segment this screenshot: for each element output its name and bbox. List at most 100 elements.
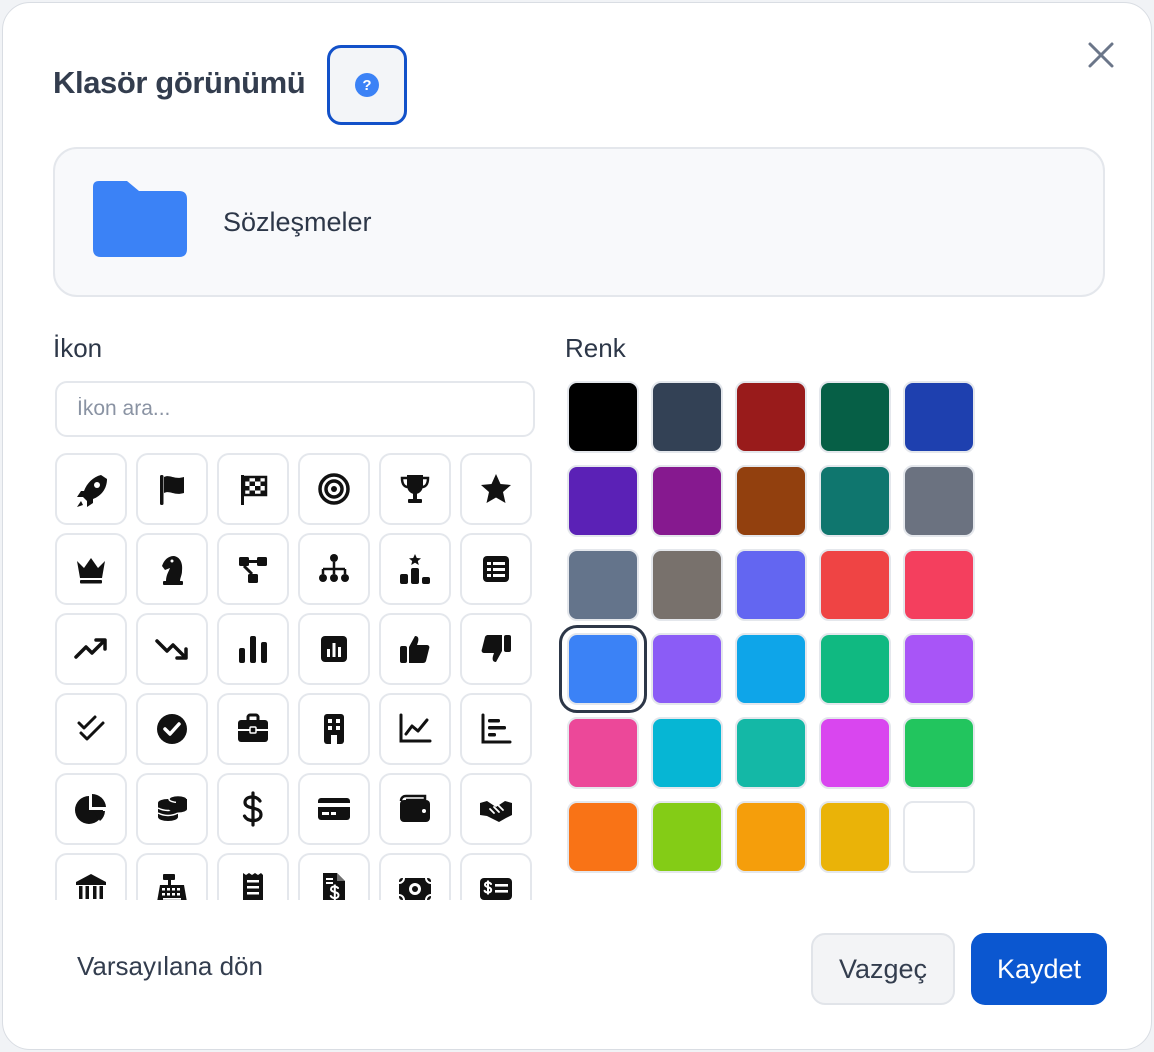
icon-option-bar-chart[interactable] — [217, 613, 289, 685]
color-section-label: Renk — [565, 333, 626, 363]
icon-option-star[interactable] — [460, 453, 532, 525]
icon-option-trending-down[interactable] — [136, 613, 208, 685]
icon-option-thumbs-up[interactable] — [379, 613, 451, 685]
close-button[interactable] — [1081, 35, 1121, 75]
folder-icon — [93, 181, 187, 257]
dialog-title: Klasör görünümü — [53, 65, 306, 100]
color-swatch[interactable] — [651, 549, 723, 621]
icon-option-wallet[interactable] — [379, 773, 451, 845]
color-swatch[interactable] — [819, 717, 891, 789]
cash-register-icon — [157, 874, 187, 900]
color-swatch[interactable] — [735, 549, 807, 621]
ranking-icon — [400, 554, 430, 584]
icon-grid — [55, 453, 537, 900]
color-grid — [559, 381, 975, 873]
color-swatch[interactable] — [651, 717, 723, 789]
icon-option-check-circle[interactable] — [136, 693, 208, 765]
thumbs-up-icon — [400, 636, 430, 663]
color-swatch[interactable] — [819, 633, 891, 705]
icon-option-crown[interactable] — [55, 533, 127, 605]
color-swatch[interactable] — [903, 801, 975, 873]
color-swatch[interactable] — [819, 465, 891, 537]
icon-option-briefcase[interactable] — [217, 693, 289, 765]
icon-option-trophy[interactable] — [379, 453, 451, 525]
table-icon — [483, 556, 509, 582]
bar-chart-horizontal-icon — [481, 713, 512, 744]
icon-option-trending-up[interactable] — [55, 613, 127, 685]
icon-option-money-bill[interactable] — [379, 853, 451, 900]
dollar-icon — [242, 791, 263, 827]
help-icon: ? — [355, 73, 379, 97]
color-swatch[interactable] — [651, 465, 723, 537]
icon-option-flag[interactable] — [136, 453, 208, 525]
money-bill-icon — [398, 877, 432, 900]
color-swatch[interactable] — [651, 801, 723, 873]
color-swatch[interactable] — [735, 381, 807, 453]
org-chart-icon — [319, 554, 349, 582]
reset-default-link[interactable]: Varsayılana dön — [77, 951, 263, 982]
icon-option-money-check[interactable] — [460, 853, 532, 900]
color-swatch[interactable] — [819, 381, 891, 453]
icon-option-handshake[interactable] — [460, 773, 532, 845]
color-swatch[interactable] — [567, 549, 639, 621]
color-swatch[interactable] — [903, 717, 975, 789]
color-swatch[interactable] — [567, 465, 639, 537]
color-swatch[interactable] — [903, 465, 975, 537]
icon-option-ranking[interactable] — [379, 533, 451, 605]
icon-section-label: İkon — [53, 333, 103, 363]
icon-option-building[interactable] — [298, 693, 370, 765]
color-swatch[interactable] — [735, 801, 807, 873]
color-swatch[interactable] — [567, 801, 639, 873]
help-button[interactable]: ? — [327, 45, 407, 125]
color-swatch[interactable] — [651, 633, 723, 705]
color-swatch[interactable] — [903, 549, 975, 621]
check-circle-icon — [157, 714, 187, 744]
icon-option-receipt[interactable] — [217, 853, 289, 900]
icon-option-table[interactable] — [460, 533, 532, 605]
color-swatch[interactable] — [567, 717, 639, 789]
bank-icon — [76, 874, 106, 899]
color-swatch[interactable] — [559, 625, 647, 713]
star-icon — [481, 474, 511, 503]
crown-icon — [77, 558, 105, 584]
icon-option-cash-register[interactable] — [136, 853, 208, 900]
icon-option-invoice-dollar[interactable] — [298, 853, 370, 900]
icon-option-checkered-flag[interactable] — [217, 453, 289, 525]
color-swatch[interactable] — [903, 633, 975, 705]
color-swatch[interactable] — [819, 801, 891, 873]
icon-option-pie-chart[interactable] — [55, 773, 127, 845]
money-check-icon — [480, 878, 512, 900]
icon-option-chess-knight[interactable] — [136, 533, 208, 605]
icon-option-coins[interactable] — [136, 773, 208, 845]
icon-search-input[interactable] — [55, 381, 535, 437]
icon-option-dollar[interactable] — [217, 773, 289, 845]
save-button[interactable]: Kaydet — [971, 933, 1107, 1005]
line-chart-icon — [399, 713, 432, 743]
color-swatch[interactable] — [819, 549, 891, 621]
color-swatch[interactable] — [651, 381, 723, 453]
color-swatch[interactable] — [735, 465, 807, 537]
color-swatch[interactable] — [567, 381, 639, 453]
color-swatch[interactable] — [735, 633, 807, 705]
icon-option-rocket[interactable] — [55, 453, 127, 525]
icon-option-bank[interactable] — [55, 853, 127, 900]
icon-grid-scroll[interactable] — [55, 453, 537, 900]
icon-option-thumbs-down[interactable] — [460, 613, 532, 685]
handshake-icon — [480, 801, 512, 822]
icon-option-workflow[interactable] — [217, 533, 289, 605]
icon-option-target[interactable] — [298, 453, 370, 525]
trending-up-icon — [74, 638, 107, 659]
icon-option-bar-chart-horizontal[interactable] — [460, 693, 532, 765]
icon-option-double-check[interactable] — [55, 693, 127, 765]
color-swatch[interactable] — [903, 381, 975, 453]
color-swatch[interactable] — [735, 717, 807, 789]
invoice-dollar-icon — [323, 873, 345, 900]
icon-option-credit-card[interactable] — [298, 773, 370, 845]
cancel-button[interactable]: Vazgeç — [811, 933, 955, 1005]
icon-option-line-chart[interactable] — [379, 693, 451, 765]
icon-option-chart-square[interactable] — [298, 613, 370, 685]
close-icon — [1088, 42, 1114, 68]
icon-option-org-chart[interactable] — [298, 533, 370, 605]
coins-icon — [157, 794, 188, 821]
folder-appearance-dialog: Klasör görünümü ? Sözleşmeler İkon Renk … — [2, 2, 1152, 1050]
